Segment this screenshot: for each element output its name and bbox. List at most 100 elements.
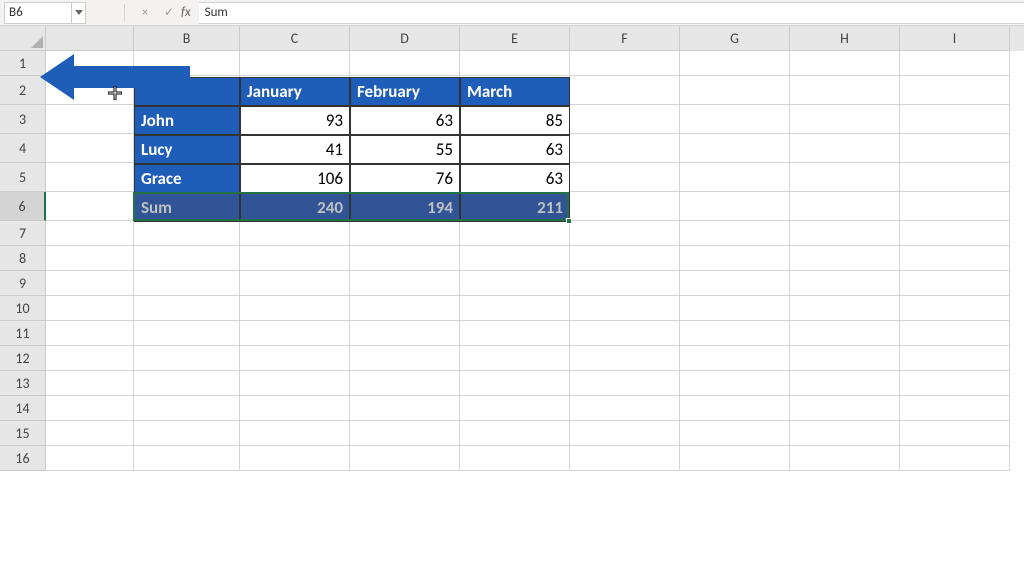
col-header-h[interactable]: H [790,26,900,51]
row-header[interactable]: 14 [0,396,46,421]
col-header-c[interactable]: C [240,26,350,51]
grid-cell[interactable] [240,221,350,246]
grid-cell[interactable] [46,163,134,192]
table-cell[interactable]: 85 [460,106,570,135]
grid-cell[interactable] [46,446,134,471]
grid-cell[interactable] [240,371,350,396]
grid-cell[interactable] [46,321,134,346]
row-header[interactable]: 16 [0,446,46,471]
row-header[interactable]: 7 [0,221,46,246]
grid-cell[interactable] [350,321,460,346]
col-header-d[interactable]: D [350,26,460,51]
grid-cell[interactable] [134,221,240,246]
grid-cell[interactable] [460,396,570,421]
grid-cell[interactable] [900,163,1010,192]
row-header[interactable]: 5 [0,163,46,192]
table-header-february[interactable]: February [350,77,460,106]
table-cell[interactable]: 55 [350,135,460,164]
confirm-button[interactable]: ✓ [159,3,179,23]
grid-cell[interactable] [790,76,900,105]
table-sum-cell[interactable]: 211 [460,193,570,222]
grid-cell[interactable] [680,134,790,163]
table-cell[interactable]: 93 [240,106,350,135]
grid-cell[interactable] [900,51,1010,76]
grid-cell[interactable] [460,371,570,396]
grid-cell[interactable] [570,296,680,321]
grid-cell[interactable] [680,446,790,471]
row-header[interactable]: 6 [0,192,46,221]
grid-cell[interactable] [570,371,680,396]
grid-cell[interactable] [680,421,790,446]
grid-cell[interactable] [460,51,570,76]
grid-cell[interactable] [680,271,790,296]
grid-cell[interactable] [350,296,460,321]
grid-cell[interactable] [680,296,790,321]
fill-handle[interactable] [566,218,572,224]
grid-cell[interactable] [46,192,134,221]
table-header-january[interactable]: January [240,77,350,106]
grid-cell[interactable] [790,396,900,421]
grid-cell[interactable] [46,396,134,421]
row-header[interactable]: 4 [0,134,46,163]
grid-cell[interactable] [570,446,680,471]
grid-cell[interactable] [900,105,1010,134]
table-row-name[interactable]: John [134,106,240,135]
grid-cell[interactable] [134,371,240,396]
grid-cell[interactable] [46,134,134,163]
grid-cell[interactable] [46,296,134,321]
grid-cell[interactable] [790,421,900,446]
grid-cell[interactable] [790,296,900,321]
col-header-i[interactable]: I [900,26,1010,51]
grid-cell[interactable] [900,346,1010,371]
grid-cell[interactable] [46,271,134,296]
grid-cell[interactable] [460,221,570,246]
grid-cell[interactable] [680,321,790,346]
grid-cell[interactable] [900,396,1010,421]
select-all-corner[interactable] [0,26,46,51]
grid-cell[interactable] [350,446,460,471]
grid-cell[interactable] [680,76,790,105]
grid-cell[interactable] [790,446,900,471]
grid-cell[interactable] [570,396,680,421]
table-cell[interactable]: 63 [460,164,570,193]
grid-cell[interactable] [790,346,900,371]
grid-cell[interactable] [240,51,350,76]
grid-cell[interactable] [134,396,240,421]
grid-cell[interactable] [350,396,460,421]
fx-label[interactable]: fx [181,5,191,20]
grid-cell[interactable] [680,221,790,246]
grid-cell[interactable] [900,321,1010,346]
table-header-march[interactable]: March [460,77,570,106]
grid-cell[interactable] [790,105,900,134]
grid-cell[interactable] [790,51,900,76]
grid-cell[interactable] [900,421,1010,446]
grid-cell[interactable] [460,321,570,346]
row-header[interactable]: 3 [0,105,46,134]
grid-cell[interactable] [570,105,680,134]
col-header-f[interactable]: F [570,26,680,51]
name-box[interactable]: B6 [4,2,72,24]
grid-cell[interactable] [240,396,350,421]
col-header-g[interactable]: G [680,26,790,51]
table-cell[interactable]: 41 [240,135,350,164]
grid-cell[interactable] [460,421,570,446]
grid-cell[interactable] [350,271,460,296]
table-sum-label[interactable]: Sum [134,193,240,222]
grid-cell[interactable] [460,246,570,271]
table-row-name[interactable]: Lucy [134,135,240,164]
cancel-button[interactable]: × [135,3,155,23]
grid-cell[interactable] [900,296,1010,321]
grid-cell[interactable] [570,246,680,271]
grid-cell[interactable] [570,51,680,76]
grid-cell[interactable] [570,321,680,346]
formula-input[interactable] [199,2,1024,24]
grid-cell[interactable] [570,76,680,105]
grid-cell[interactable] [350,371,460,396]
grid-cell[interactable] [900,371,1010,396]
grid-cell[interactable] [240,246,350,271]
grid-cell[interactable] [570,271,680,296]
grid-cell[interactable] [790,321,900,346]
grid-cell[interactable] [46,371,134,396]
grid-cell[interactable] [790,246,900,271]
row-header[interactable]: 13 [0,371,46,396]
